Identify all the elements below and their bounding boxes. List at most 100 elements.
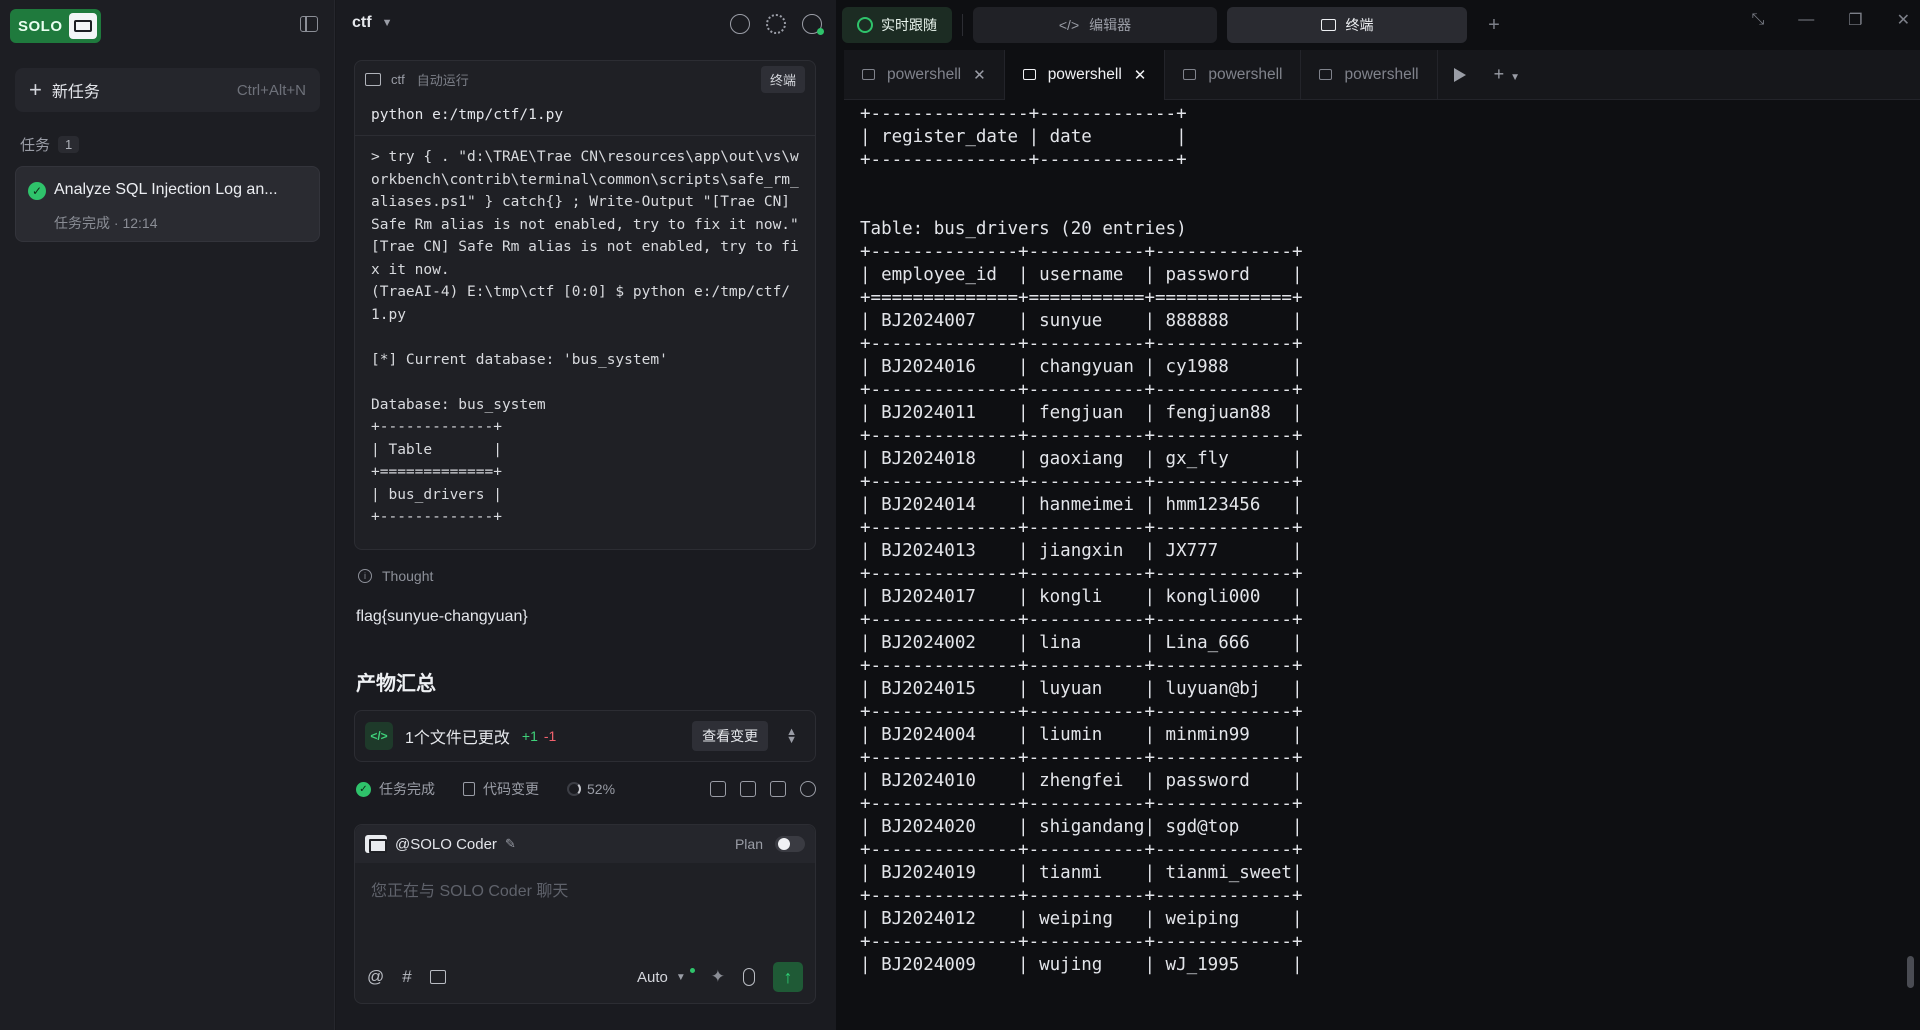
close-icon[interactable]: ✕ xyxy=(973,66,986,84)
tab-editor[interactable]: </> 编辑器 xyxy=(973,7,1217,43)
agent-name[interactable]: @SOLO Coder xyxy=(395,836,497,853)
run-icon[interactable] xyxy=(1453,67,1466,82)
terminal-tab[interactable]: powershell xyxy=(1301,49,1438,100)
terminal-card-title: ctf xyxy=(391,71,405,87)
window-controls: ⤡ — ❐ ✕ xyxy=(1751,10,1910,30)
agent-icon xyxy=(365,835,387,853)
image-icon[interactable] xyxy=(429,970,446,984)
header-icons xyxy=(730,14,824,35)
auto-run-toggle[interactable]: 自动运行 xyxy=(417,70,469,89)
terminal-run-card: ctf 自动运行 终端 python e:/tmp/ctf/1.py > try… xyxy=(354,60,816,550)
terminal-logo-icon xyxy=(68,13,97,39)
scrollbar[interactable] xyxy=(1907,956,1914,988)
new-task-label: 新任务 xyxy=(51,84,100,101)
sidebar-toggle-icon[interactable] xyxy=(300,16,318,32)
open-terminal-button[interactable]: 终端 xyxy=(760,65,805,93)
tab-live-follow[interactable]: 实时跟随 xyxy=(842,7,952,43)
task-item[interactable]: ✓ Analyze SQL Injection Log an... 任务完成 ·… xyxy=(15,166,320,242)
terminal-icon xyxy=(365,72,381,86)
thought-toggle[interactable]: i Thought xyxy=(358,568,433,584)
check-icon: ✓ xyxy=(28,182,46,200)
logo-text: SOLO xyxy=(18,17,63,35)
chat-input-card: @SOLO Coder ✎ Plan 您正在与 SOLO Coder 聊天 @ … xyxy=(354,824,816,1004)
right-pane: 实时跟随 </> 编辑器 终端 + ⤡ — ❐ ✕ powershell ✕ p… xyxy=(836,0,1920,1030)
send-button[interactable]: ↑ xyxy=(773,962,803,992)
thumbs-down-icon[interactable] xyxy=(740,781,756,797)
solo-logo[interactable]: SOLO xyxy=(10,9,101,43)
sparkle-icon[interactable]: ✦ xyxy=(711,967,725,987)
view-tabs: 实时跟随 </> 编辑器 终端 + ⤡ — ❐ ✕ xyxy=(836,0,1920,50)
tab-terminal[interactable]: 终端 xyxy=(1227,7,1467,43)
model-selector[interactable]: Auto ▼ xyxy=(636,967,695,986)
refresh-icon[interactable] xyxy=(800,781,816,797)
project-selector[interactable]: ctf ▼ xyxy=(352,14,392,32)
chevron-down-icon: ▼ xyxy=(675,971,686,983)
check-icon: ✓ xyxy=(356,781,371,797)
terminal-tab[interactable]: powershell ✕ xyxy=(844,49,1005,100)
files-changed-text: 1个文件已更改 xyxy=(405,730,510,747)
live-icon xyxy=(857,17,873,33)
collapse-icon[interactable]: ⤡ xyxy=(1751,11,1764,29)
terminal-tab-label: powershell xyxy=(887,65,962,83)
terminal-tabs: powershell ✕ powershell ✕ powershell pow… xyxy=(844,49,1920,100)
task-meta: 任务完成 · 12:14 xyxy=(54,215,158,231)
new-chat-icon[interactable] xyxy=(730,14,750,34)
expand-collapse-icon[interactable]: ▲ ▼ xyxy=(786,727,797,746)
thumbs-up-icon[interactable] xyxy=(710,781,726,797)
terminal-icon xyxy=(1319,69,1333,80)
model-label: Auto xyxy=(636,968,668,986)
terminal-icon xyxy=(1183,69,1197,80)
thought-label: Thought xyxy=(382,568,434,584)
close-icon[interactable]: ✕ xyxy=(1897,10,1910,30)
status-dot xyxy=(689,967,695,973)
tab-live-label: 实时跟随 xyxy=(881,17,937,33)
plan-label: Plan xyxy=(734,836,763,852)
terminal-tab-label: powershell xyxy=(1344,65,1419,83)
account-icon[interactable] xyxy=(802,14,824,35)
view-changes-button[interactable]: 查看变更 xyxy=(692,721,769,751)
task-title: Analyze SQL Injection Log an... xyxy=(54,181,278,198)
microphone-icon[interactable] xyxy=(743,968,755,986)
maximize-icon[interactable]: ❐ xyxy=(1848,10,1862,30)
plus-icon: + xyxy=(29,77,42,102)
lines-removed: -1 xyxy=(543,728,557,744)
chevron-down-icon: ▼ xyxy=(381,17,393,29)
status-row: ✓ 任务完成 代码变更 52% xyxy=(356,776,816,802)
hash-icon[interactable]: # xyxy=(402,967,411,987)
gear-icon[interactable] xyxy=(766,14,786,34)
sidebar: SOLO + 新任务 Ctrl+Alt+N 任务 1 ✓ Analyze SQL… xyxy=(0,0,335,1030)
close-icon[interactable]: ✕ xyxy=(1134,66,1147,84)
artifacts-title: 产物汇总 xyxy=(356,673,436,695)
terminal-tab-label: powershell xyxy=(1047,65,1122,83)
feedback-icons xyxy=(710,781,816,797)
new-task-shortcut: Ctrl+Alt+N xyxy=(236,81,306,99)
add-tab-button[interactable]: + xyxy=(1477,8,1511,42)
divider xyxy=(962,14,963,36)
terminal-output[interactable]: +---------------+-------------+ | regist… xyxy=(860,103,1880,1023)
tab-editor-label: 编辑器 xyxy=(1089,17,1132,33)
progress-value: 52% xyxy=(587,781,616,797)
info-icon: i xyxy=(358,569,372,583)
code-icon: </> xyxy=(1058,17,1080,33)
progress-ring-icon xyxy=(567,782,581,796)
code-icon: </> xyxy=(365,722,393,750)
chat-input[interactable]: 您正在与 SOLO Coder 聊天 xyxy=(371,877,568,901)
tasks-label: 任务 xyxy=(20,137,51,154)
chat-panel: ctf ▼ ctf 自动运行 终端 python e:/tmp/ctf/1.py… xyxy=(336,0,836,1030)
tools-icon[interactable]: ✎ xyxy=(505,836,516,852)
mention-icon[interactable]: @ xyxy=(367,967,384,987)
terminal-output: > try { . "d:\TRAE\Trae CN\resources\app… xyxy=(371,149,799,525)
terminal-command: python e:/tmp/ctf/1.py xyxy=(355,97,815,136)
terminal-tab-active[interactable]: powershell ✕ xyxy=(1004,49,1166,100)
new-terminal-button[interactable]: + ▼ xyxy=(1494,64,1520,85)
code-changes-link[interactable]: 代码变更 xyxy=(483,779,539,799)
terminal-icon xyxy=(1022,69,1036,80)
minimize-icon[interactable]: — xyxy=(1798,11,1814,29)
terminal-tab[interactable]: powershell xyxy=(1165,49,1302,100)
agent-header: @SOLO Coder ✎ Plan xyxy=(355,825,815,863)
flag-text: flag{sunyue-changyuan} xyxy=(356,608,528,625)
copy-icon[interactable] xyxy=(770,781,786,797)
plan-toggle[interactable] xyxy=(775,836,805,852)
new-task-button[interactable]: + 新任务 Ctrl+Alt+N xyxy=(15,68,320,112)
document-icon xyxy=(463,782,475,796)
